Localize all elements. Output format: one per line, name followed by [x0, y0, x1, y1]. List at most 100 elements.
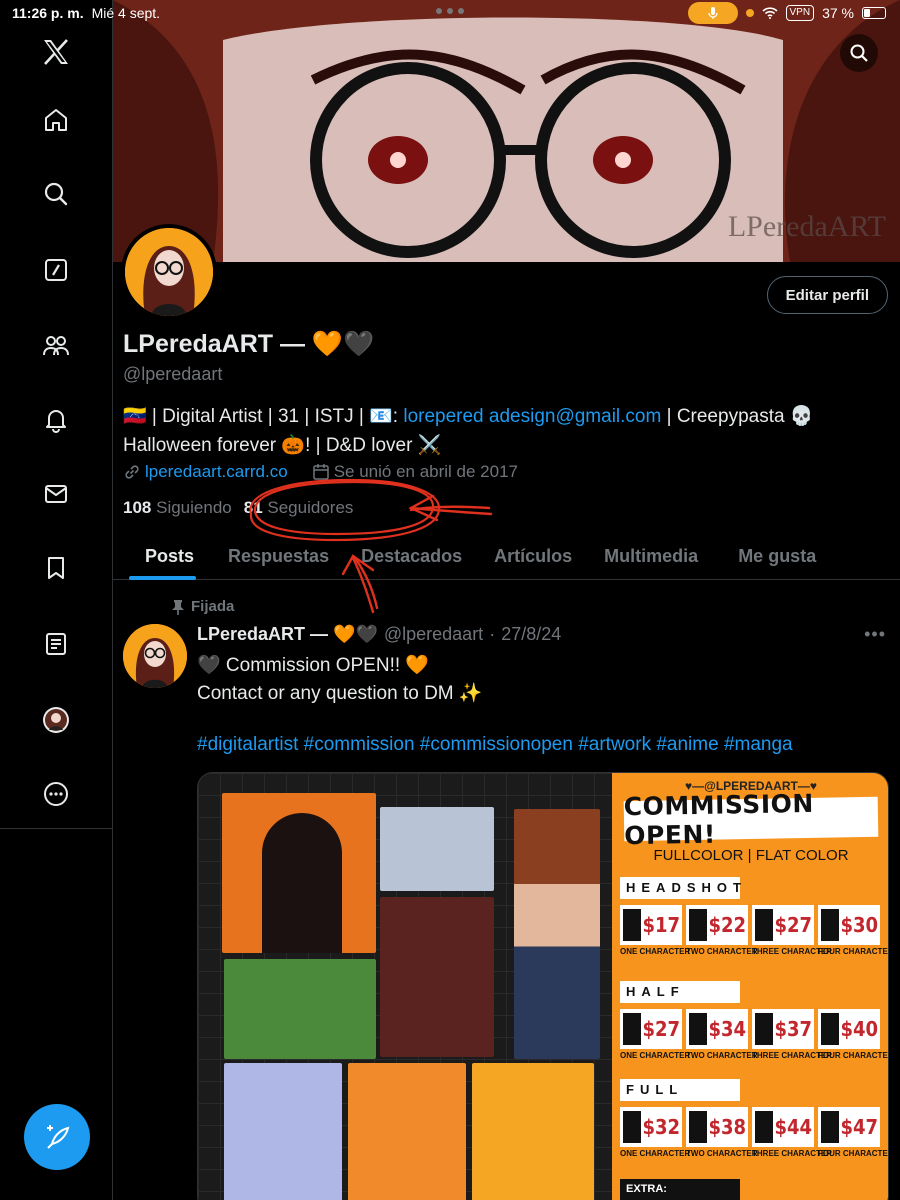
tab-posts[interactable]: Posts	[113, 532, 212, 580]
tab-replies[interactable]: Respuestas	[212, 532, 345, 580]
three-character-icon	[755, 1111, 773, 1143]
post-date[interactable]: 27/8/24	[501, 624, 561, 645]
edit-profile-button[interactable]: Editar perfil	[766, 276, 888, 314]
price-value: $37	[774, 1017, 812, 1041]
search-icon	[850, 44, 868, 62]
section-label: FULL BODY	[620, 1079, 740, 1119]
price-caption: THREE CHARACTER	[752, 947, 832, 956]
two-character-icon	[689, 909, 707, 941]
followers-link[interactable]: 81 Seguidores	[244, 498, 354, 518]
price-value: $30	[840, 913, 878, 937]
profile-website-link[interactable]: lperedaart.carrd.co	[145, 462, 288, 482]
arrow-right-annotation	[408, 494, 493, 522]
x-logo-icon[interactable]	[36, 32, 76, 72]
one-character-icon	[623, 1013, 641, 1045]
profile-handle: @lperedaart	[123, 364, 223, 384]
pin-icon	[172, 599, 184, 615]
post-header: LPeredaART — 🧡🖤 @lperedaart · 27/8/24	[197, 624, 561, 645]
profile-avatar-icon[interactable]	[36, 700, 76, 740]
post-more-icon[interactable]: •••	[864, 624, 886, 645]
price-caption: THREE CHARACTER	[752, 1149, 832, 1158]
artwork-thumb	[472, 1063, 594, 1200]
post-author-avatar[interactable]	[123, 624, 187, 688]
two-character-icon	[689, 1013, 707, 1045]
price-caption: FOUR CHARACTER	[818, 947, 889, 956]
price-value: $40	[840, 1017, 878, 1041]
post-line-1: 🖤 Commission OPEN!! 🧡	[197, 655, 430, 676]
pinned-label: Fijada	[191, 598, 235, 615]
more-icon[interactable]	[36, 774, 76, 814]
search-icon[interactable]	[36, 174, 76, 214]
price-caption: ONE CHARACTER	[620, 1051, 691, 1060]
price-section-half-body: HALF BODY $27 ONE CHARACTER $34 TWO CHARAC…	[620, 981, 888, 1060]
notifications-icon[interactable]	[36, 400, 76, 440]
price-sheet-title: COMMISSION OPEN!	[624, 789, 879, 850]
tab-articles[interactable]: Artículos	[478, 532, 588, 580]
three-character-icon	[755, 1013, 773, 1045]
artwork-thumb	[348, 1063, 466, 1200]
following-label: Siguiendo	[156, 498, 232, 517]
price-value: $22	[708, 913, 746, 937]
status-bar: 11:26 p. m. Mié 4 sept. VPN 37 %	[0, 0, 900, 26]
profile-banner[interactable]: LPeredaART	[113, 0, 900, 262]
profile-avatar[interactable]	[121, 224, 217, 320]
price-caption: ONE CHARACTER	[620, 947, 691, 956]
communities-icon[interactable]	[36, 326, 76, 366]
bio-text: 🇻🇪 | Digital Artist | 31 | ISTJ | 📧:	[123, 406, 404, 427]
tab-highlights[interactable]: Destacados	[345, 532, 478, 580]
sidebar-divider	[0, 828, 113, 829]
profile-tabs: Posts Respuestas Destacados Artículos Mu…	[113, 532, 900, 580]
artwork-figure	[262, 813, 342, 953]
following-link[interactable]: 108 Siguiendo	[123, 498, 232, 518]
multitasking-dots-icon[interactable]	[436, 8, 464, 14]
profile-main: LPeredaART Editar perfil LPeredaART — 🧡🖤…	[113, 0, 900, 1200]
followers-count: 81	[243, 498, 263, 517]
price-caption: TWO CHARACTER	[686, 1051, 758, 1060]
price-value: $44	[774, 1115, 812, 1139]
four-character-icon	[821, 909, 839, 941]
bio-second-line: Halloween forever 🎃! | D&D lover ⚔️	[123, 435, 442, 456]
price-caption: TWO CHARACTER	[686, 947, 758, 956]
profile-meta: lperedaart.carrd.co Se unió en abril de …	[123, 462, 518, 482]
price-section-full-body: FULL BODY $32 ONE CHARACTER $38 TWO CHARAC…	[620, 1079, 889, 1158]
price-sheet: ♥—@LPEREDAART—♥ COMMISSION OPEN! FULLCOL…	[612, 773, 889, 1200]
lists-icon[interactable]	[36, 624, 76, 664]
profile-joined: Se unió en abril de 2017	[333, 462, 518, 481]
battery-icon	[862, 7, 886, 19]
post-author-handle[interactable]: @lperedaart	[384, 624, 483, 645]
compose-post-button[interactable]	[24, 1104, 90, 1170]
profile-bio: 🇻🇪 | Digital Artist | 31 | ISTJ | 📧: lor…	[123, 402, 883, 460]
compose-post-icon	[47, 1125, 70, 1149]
banner-watermark: LPeredaART	[727, 210, 886, 243]
battery-percent: 37 %	[822, 5, 854, 21]
price-value: $32	[642, 1115, 680, 1139]
price-caption: TWO CHARACTER	[686, 1149, 758, 1158]
section-label: HEADSHOT	[620, 877, 741, 899]
price-caption: FOUR CHARACTER	[818, 1149, 889, 1158]
bookmarks-icon[interactable]	[36, 548, 76, 588]
tab-media[interactable]: Multimedia	[588, 532, 718, 580]
post-media-image[interactable]: ♥—@LPEREDAART—♥ COMMISSION OPEN! FULLCOL…	[197, 772, 889, 1200]
home-icon[interactable]	[36, 100, 76, 140]
recording-dot-icon	[745, 9, 754, 17]
tab-likes[interactable]: Me gusta	[718, 532, 832, 580]
post-body: 🖤 Commission OPEN!! 🧡 Contact or any que…	[197, 652, 887, 708]
wifi-icon	[761, 7, 778, 19]
four-character-icon	[821, 1013, 839, 1045]
messages-icon[interactable]	[36, 474, 76, 514]
grok-icon[interactable]	[36, 250, 76, 290]
follow-stats: 108 Siguiendo 81 Seguidores	[123, 498, 353, 518]
vpn-badge: VPN	[785, 5, 815, 21]
bio-text-tail: | Creepypasta 💀	[661, 406, 814, 427]
one-character-icon	[623, 909, 641, 941]
microphone-icon	[687, 2, 738, 24]
price-sheet-subtitle: FULLCOLOR | FLAT COLOR	[653, 847, 849, 864]
bio-email-link[interactable]: lorepered adesign@gmail.com	[403, 406, 661, 427]
following-count: 108	[123, 498, 152, 517]
banner-search-button[interactable]	[840, 34, 878, 72]
calendar-icon	[312, 464, 329, 480]
post-hashtags[interactable]: #digitalartist #commission #commissionop…	[197, 734, 887, 756]
artwork-thumb	[380, 897, 494, 1057]
two-character-icon	[689, 1111, 707, 1143]
post-author-name[interactable]: LPeredaART — 🧡🖤	[197, 624, 378, 645]
